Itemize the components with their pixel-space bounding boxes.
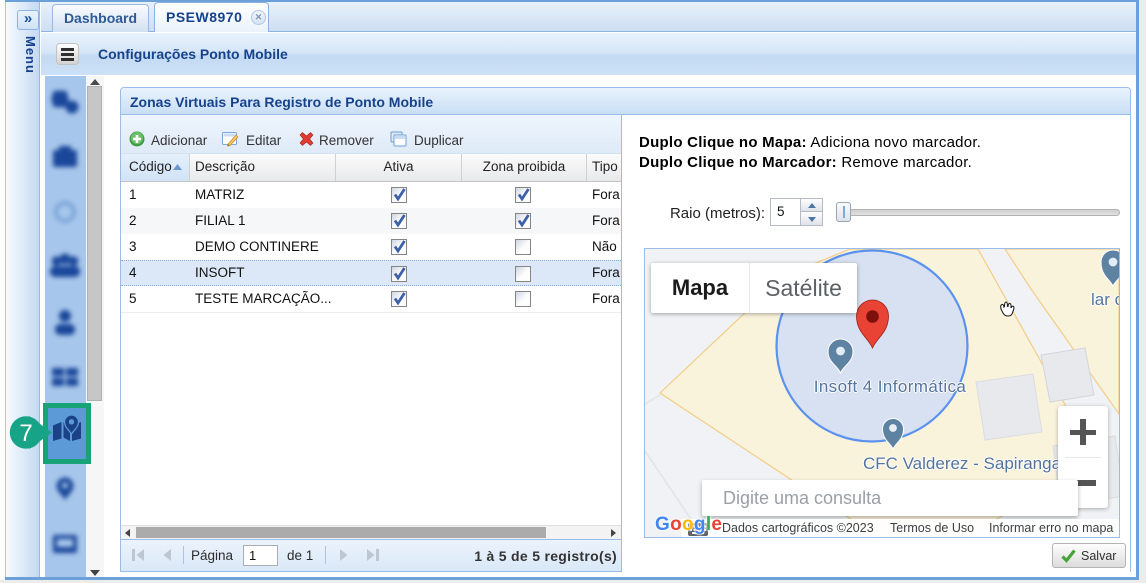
svg-text:7: 7 [19,420,32,447]
